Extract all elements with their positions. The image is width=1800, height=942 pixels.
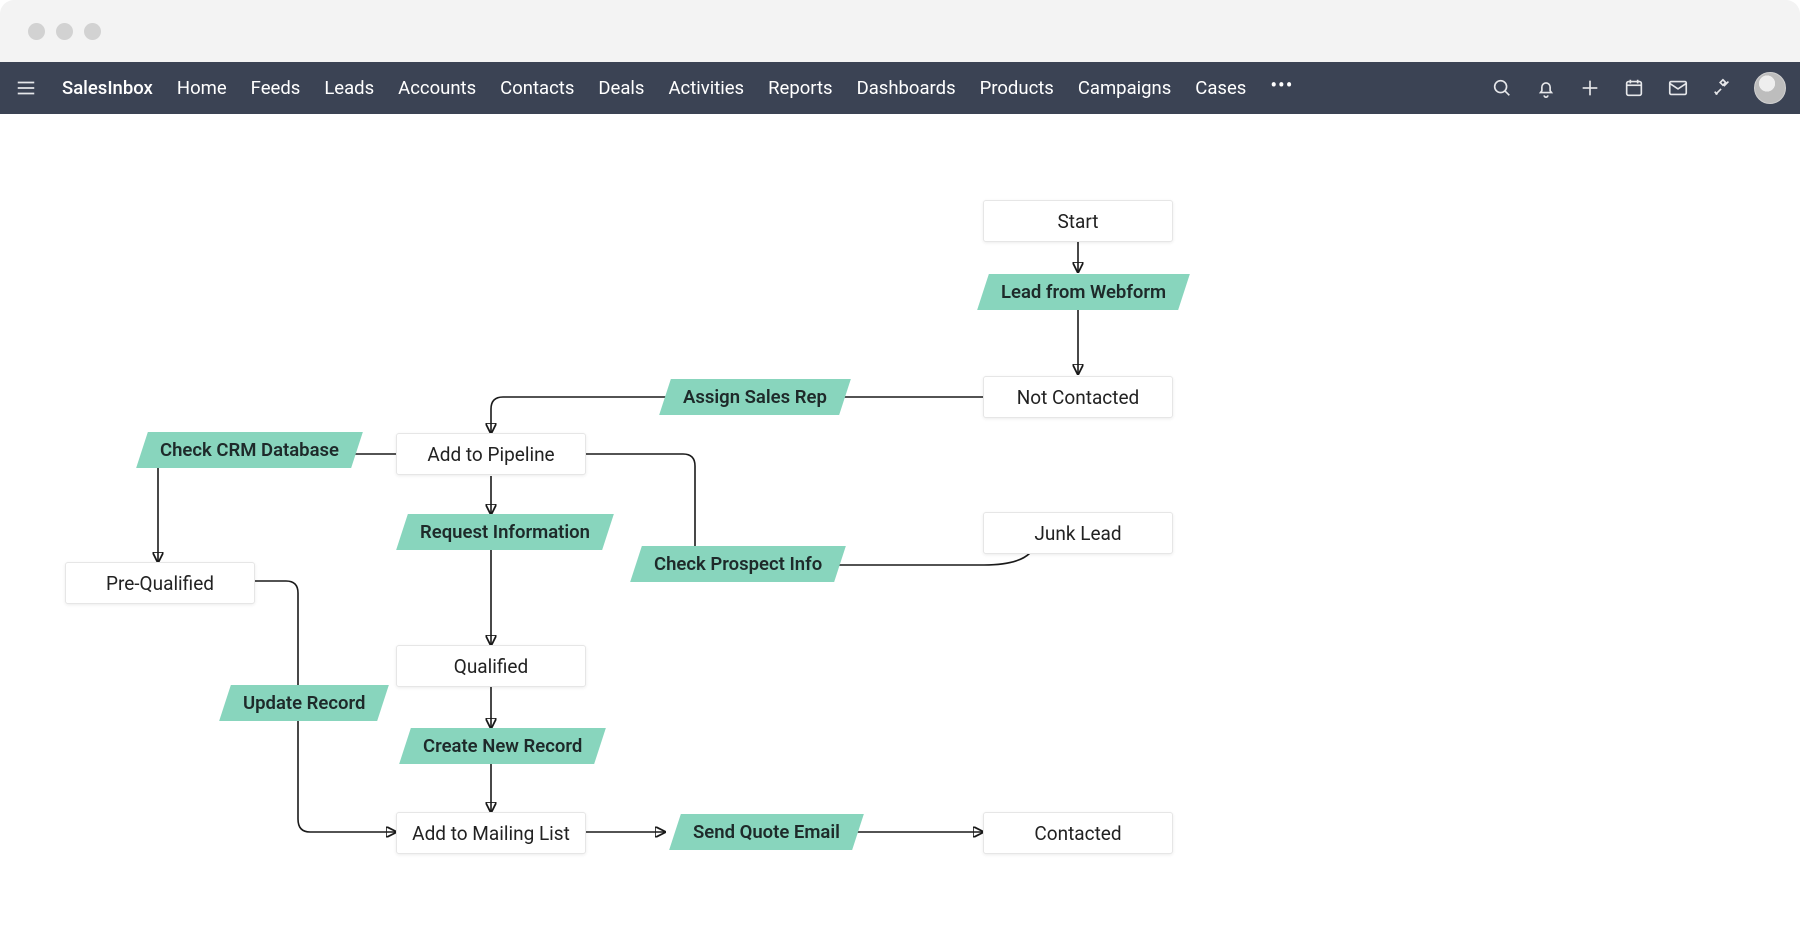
node-label: Add to Pipeline — [427, 443, 554, 466]
plus-icon[interactable] — [1578, 76, 1602, 100]
bell-icon[interactable] — [1534, 76, 1558, 100]
nav-item-dashboards[interactable]: Dashboards — [857, 77, 956, 99]
window-dot-close[interactable] — [28, 23, 45, 40]
pill-check-prospect[interactable]: Check Prospect Info — [630, 546, 846, 582]
nav-item-deals[interactable]: Deals — [598, 77, 644, 99]
flow-edges — [0, 114, 1800, 942]
nav-brand[interactable]: SalesInbox — [62, 77, 153, 99]
avatar[interactable] — [1754, 72, 1786, 104]
node-not-contacted[interactable]: Not Contacted — [983, 376, 1173, 418]
flowchart-canvas[interactable]: Start Not Contacted Add to Pipeline Junk… — [0, 114, 1800, 942]
calendar-icon[interactable] — [1622, 76, 1646, 100]
nav-item-accounts[interactable]: Accounts — [398, 77, 476, 99]
nav-item-more[interactable]: ••• — [1270, 73, 1293, 103]
pill-label: Lead from Webform — [1001, 281, 1166, 303]
window-dot-minimize[interactable] — [56, 23, 73, 40]
mail-icon[interactable] — [1666, 76, 1690, 100]
nav-item-reports[interactable]: Reports — [768, 77, 832, 99]
node-label: Qualified — [454, 655, 528, 678]
pill-check-crm[interactable]: Check CRM Database — [136, 432, 363, 468]
node-label: Junk Lead — [1034, 522, 1121, 545]
node-junk-lead[interactable]: Junk Lead — [983, 512, 1173, 554]
pill-lead-webform[interactable]: Lead from Webform — [977, 274, 1190, 310]
nav-item-campaigns[interactable]: Campaigns — [1078, 77, 1171, 99]
node-label: Start — [1058, 210, 1099, 233]
browser-chrome — [0, 0, 1800, 62]
nav-item-contacts[interactable]: Contacts — [500, 77, 574, 99]
pill-assign-rep[interactable]: Assign Sales Rep — [659, 379, 851, 415]
search-icon[interactable] — [1490, 76, 1514, 100]
nav-item-products[interactable]: Products — [980, 77, 1054, 99]
node-label: Pre-Qualified — [106, 572, 214, 595]
nav-item-cases[interactable]: Cases — [1195, 77, 1246, 99]
nav-item-home[interactable]: Home — [177, 77, 227, 99]
pill-label: Check CRM Database — [160, 439, 339, 461]
node-contacted[interactable]: Contacted — [983, 812, 1173, 854]
pill-label: Request Information — [420, 521, 590, 543]
node-label: Contacted — [1034, 822, 1121, 845]
node-start[interactable]: Start — [983, 200, 1173, 242]
pill-label: Update Record — [243, 692, 365, 714]
pill-label: Create New Record — [423, 735, 582, 757]
nav-item-activities[interactable]: Activities — [668, 77, 744, 99]
pill-label: Check Prospect Info — [654, 553, 822, 575]
node-pre-qualified[interactable]: Pre-Qualified — [65, 562, 255, 604]
pill-request-info[interactable]: Request Information — [396, 514, 614, 550]
node-label: Not Contacted — [1017, 386, 1140, 409]
tools-icon[interactable] — [1710, 76, 1734, 100]
pill-update-record[interactable]: Update Record — [219, 685, 389, 721]
nav-item-leads[interactable]: Leads — [324, 77, 374, 99]
node-add-pipeline[interactable]: Add to Pipeline — [396, 433, 586, 475]
nav-item-feeds[interactable]: Feeds — [251, 77, 301, 99]
hamburger-icon[interactable] — [14, 76, 38, 100]
pill-label: Assign Sales Rep — [683, 386, 827, 408]
window-dot-zoom[interactable] — [84, 23, 101, 40]
node-qualified[interactable]: Qualified — [396, 645, 586, 687]
top-nav: SalesInbox Home Feeds Leads Accounts Con… — [0, 62, 1800, 114]
pill-create-record[interactable]: Create New Record — [399, 728, 606, 764]
pill-label: Send Quote Email — [693, 821, 840, 843]
pill-send-quote[interactable]: Send Quote Email — [669, 814, 864, 850]
node-mailing-list[interactable]: Add to Mailing List — [396, 812, 586, 854]
node-label: Add to Mailing List — [412, 822, 570, 845]
